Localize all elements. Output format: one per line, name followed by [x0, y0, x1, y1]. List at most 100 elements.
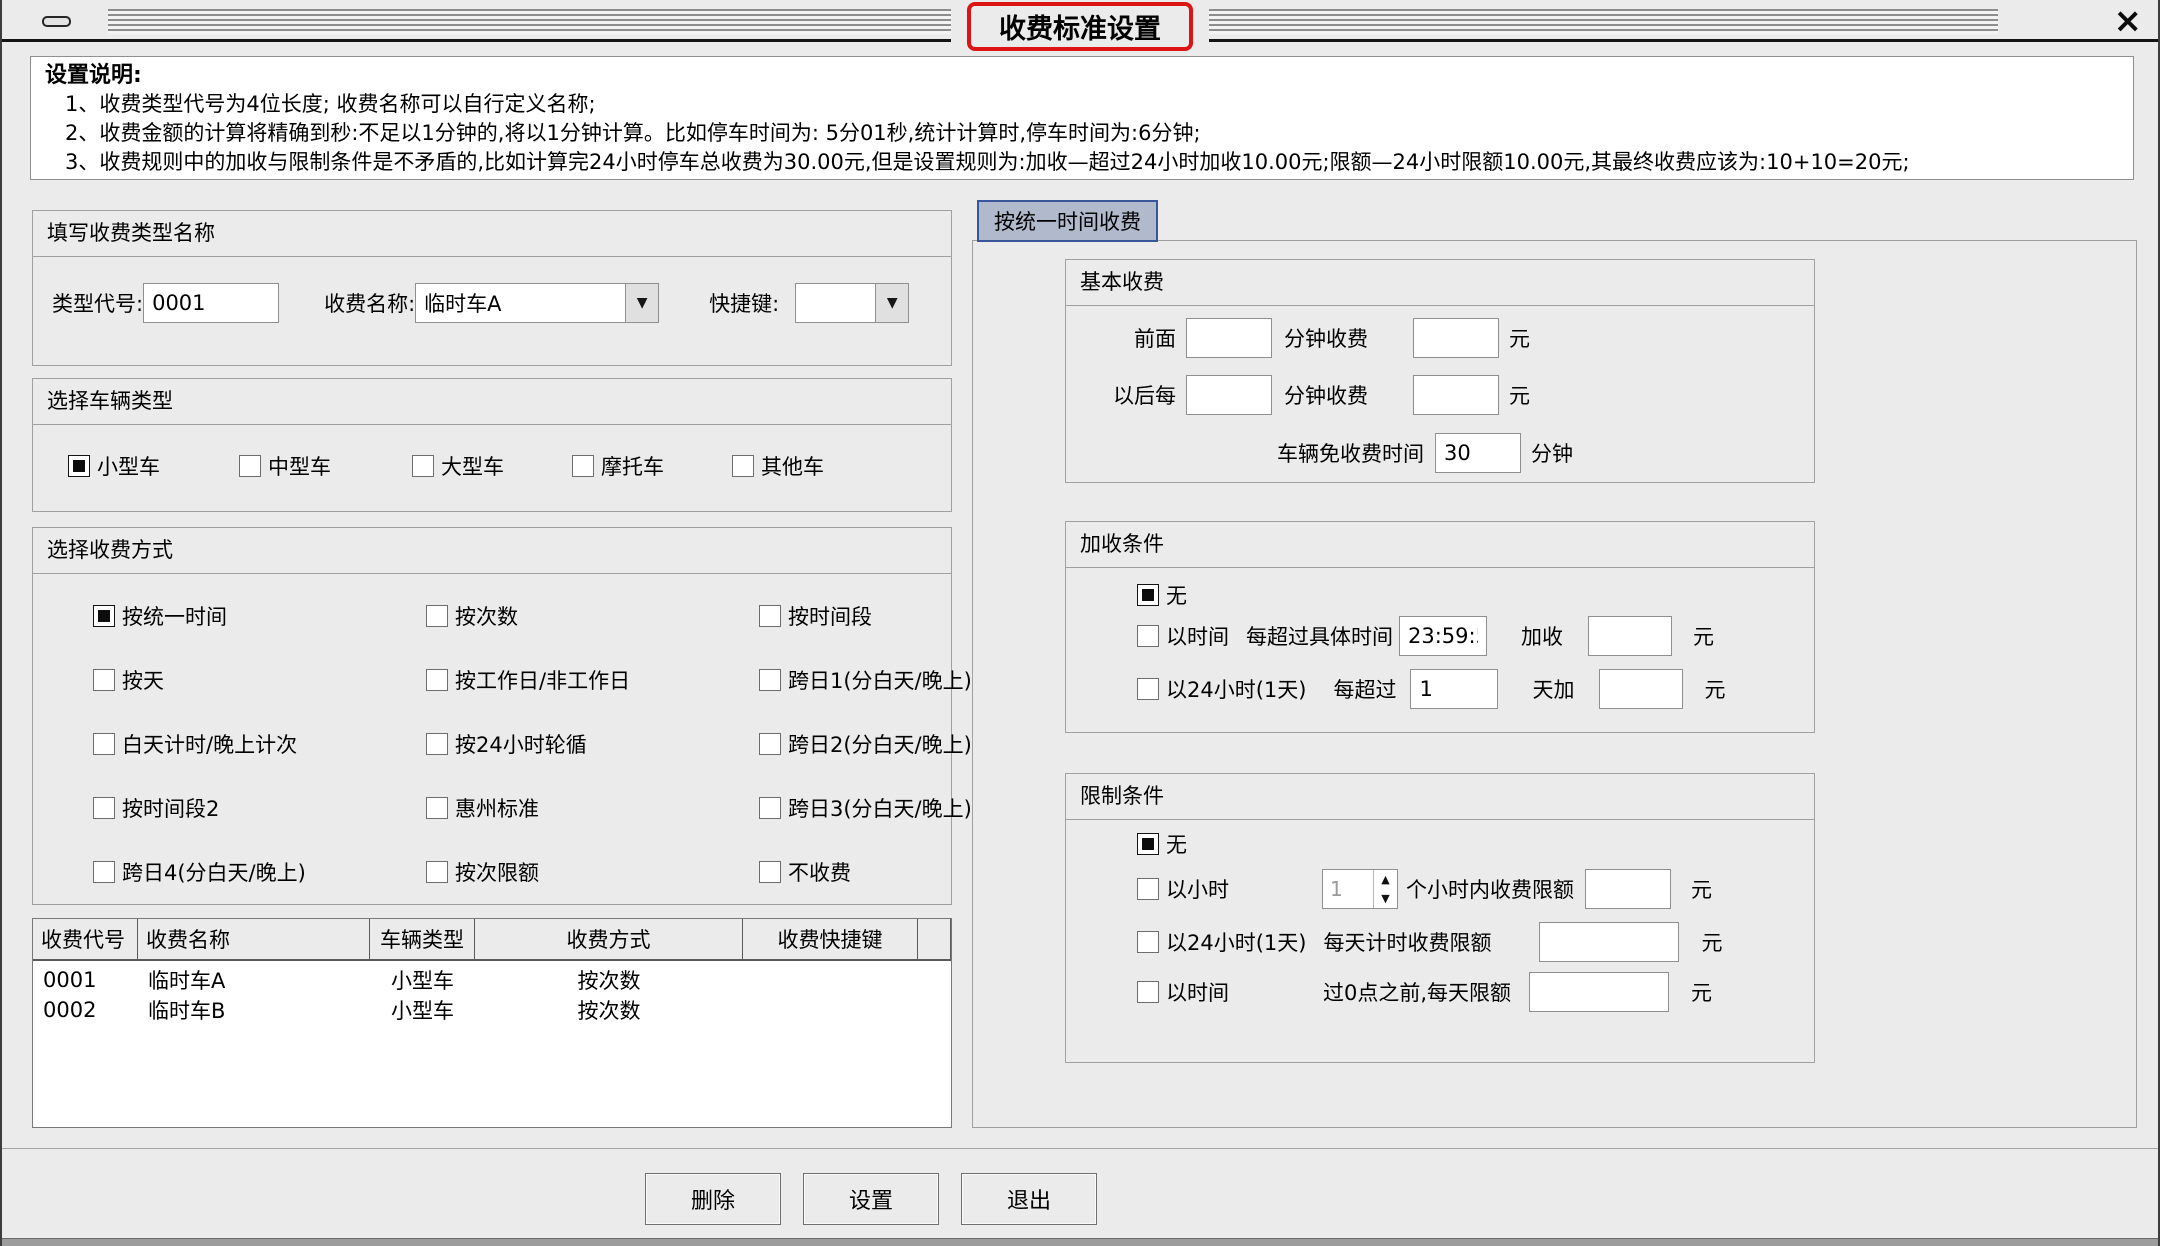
checkbox-unchecked[interactable]: [1137, 625, 1159, 647]
method-option-5[interactable]: 跨日1(分白天/晚上): [759, 665, 972, 695]
checkbox-unchecked[interactable]: [759, 605, 781, 627]
checkbox-unchecked[interactable]: [93, 861, 115, 883]
surcharge-by-time-option[interactable]: 以时间: [1137, 621, 1229, 651]
first-amount-input[interactable]: [1413, 318, 1499, 358]
checkbox-unchecked[interactable]: [426, 669, 448, 691]
method-option-12[interactable]: 跨日4(分白天/晚上): [93, 857, 426, 887]
checkbox-unchecked[interactable]: [732, 455, 754, 477]
type-code-input[interactable]: [143, 283, 279, 323]
checkbox-checked[interactable]: [68, 455, 90, 477]
checkbox-unchecked[interactable]: [759, 861, 781, 883]
limit-by-time-option[interactable]: 以时间: [1137, 977, 1229, 1007]
exit-button[interactable]: 退出: [961, 1173, 1097, 1225]
table-header-col-1[interactable]: 收费名称: [138, 919, 370, 959]
method-option-4[interactable]: 按工作日/非工作日: [426, 665, 759, 695]
method-option-1[interactable]: 按次数: [426, 601, 759, 631]
checkbox-unchecked[interactable]: [93, 797, 115, 819]
checkbox-unchecked[interactable]: [1137, 878, 1159, 900]
limit-by-hour-option[interactable]: 以小时: [1137, 874, 1229, 904]
first-minutes-input[interactable]: [1186, 318, 1272, 358]
table-header-col-5[interactable]: [918, 919, 951, 959]
method-option-14[interactable]: 不收费: [759, 857, 972, 887]
method-option-3[interactable]: 按天: [93, 665, 426, 695]
system-menu-button[interactable]: [42, 16, 71, 27]
chevron-down-icon[interactable]: ▼: [875, 283, 909, 323]
table-cell: 0001: [33, 968, 138, 992]
checkbox-unchecked[interactable]: [759, 797, 781, 819]
yuan-label: 元: [1509, 323, 1530, 353]
hotkey-label: 快捷键:: [709, 288, 779, 318]
method-option-9[interactable]: 按时间段2: [93, 793, 426, 823]
method-option-6[interactable]: 白天计时/晚上计次: [93, 729, 426, 759]
method-option-13[interactable]: 按次限额: [426, 857, 759, 887]
method-option-8[interactable]: 跨日2(分白天/晚上): [759, 729, 972, 759]
surcharge-by-day-option[interactable]: 以24小时(1天): [1137, 674, 1306, 704]
vehicle-option-3[interactable]: 摩托车: [572, 451, 732, 481]
checkbox-checked[interactable]: [1137, 833, 1159, 855]
fee-standards-table: 收费代号收费名称车辆类型收费方式收费快捷键 0001临时车A小型车按次数0002…: [32, 918, 952, 1128]
after-minutes-input[interactable]: [1186, 375, 1272, 415]
checkbox-label: 按时间段2: [122, 793, 219, 823]
surcharge-time-amount-input[interactable]: [1588, 616, 1672, 656]
checkbox-unchecked[interactable]: [93, 669, 115, 691]
checkbox-unchecked[interactable]: [1137, 931, 1159, 953]
table-header-col-4[interactable]: 收费快捷键: [743, 919, 918, 959]
checkbox-unchecked[interactable]: [572, 455, 594, 477]
spinner-up-icon[interactable]: ▲: [1374, 870, 1397, 889]
delete-button[interactable]: 删除: [645, 1173, 781, 1225]
checkbox-unchecked[interactable]: [412, 455, 434, 477]
hours-spinner-value[interactable]: [1323, 870, 1373, 908]
checkbox-checked[interactable]: [1137, 584, 1159, 606]
method-option-0[interactable]: 按统一时间: [93, 601, 426, 631]
hours-spinner[interactable]: ▲ ▼: [1322, 869, 1398, 909]
set-button[interactable]: 设置: [803, 1173, 939, 1225]
checkbox-unchecked[interactable]: [426, 733, 448, 755]
vehicle-option-0[interactable]: 小型车: [68, 451, 239, 481]
surcharge-none-option[interactable]: 无: [1137, 580, 1187, 610]
limit-by-day-option[interactable]: 以24小时(1天): [1137, 927, 1306, 957]
chevron-down-icon[interactable]: ▼: [625, 283, 659, 323]
table-header-col-0[interactable]: 收费代号: [33, 919, 138, 959]
method-option-2[interactable]: 按时间段: [759, 601, 972, 631]
hotkey-combobox[interactable]: ▼: [795, 283, 909, 323]
free-time-input[interactable]: [1435, 433, 1521, 473]
fee-name-value[interactable]: 临时车A: [415, 283, 625, 323]
table-header-col-3[interactable]: 收费方式: [475, 919, 743, 959]
instructions-heading: 设置说明:: [45, 61, 2119, 90]
spinner-down-icon[interactable]: ▼: [1374, 889, 1397, 908]
checkbox-unchecked[interactable]: [1137, 678, 1159, 700]
limit-none-option[interactable]: 无: [1137, 829, 1187, 859]
checkbox-label: 按24小时轮循: [455, 729, 587, 759]
surcharge-day-amount-input[interactable]: [1599, 669, 1683, 709]
checkbox-unchecked[interactable]: [759, 669, 781, 691]
basic-fee-group: 基本收费 前面 分钟收费 元 以后每 分钟收费 元 车辆免收费时间 分钟: [1065, 259, 1815, 483]
method-option-11[interactable]: 跨日3(分白天/晚上): [759, 793, 972, 823]
surcharge-time-input[interactable]: [1399, 616, 1487, 656]
checkbox-unchecked[interactable]: [426, 861, 448, 883]
method-option-10[interactable]: 惠州标准: [426, 793, 759, 823]
surcharge-days-input[interactable]: [1410, 669, 1498, 709]
table-header-col-2[interactable]: 车辆类型: [370, 919, 475, 959]
method-option-7[interactable]: 按24小时轮循: [426, 729, 759, 759]
vehicle-option-2[interactable]: 大型车: [412, 451, 572, 481]
limit-hour-amount-input[interactable]: [1585, 869, 1671, 909]
fee-name-combobox[interactable]: 临时车A ▼: [415, 283, 659, 323]
checkbox-unchecked[interactable]: [1137, 981, 1159, 1003]
checkbox-unchecked[interactable]: [426, 797, 448, 819]
checkbox-unchecked[interactable]: [239, 455, 261, 477]
table-row-1[interactable]: 0002临时车B小型车按次数: [33, 995, 951, 1025]
checkbox-unchecked[interactable]: [426, 605, 448, 627]
checkbox-label: 跨日3(分白天/晚上): [788, 793, 972, 823]
after-amount-input[interactable]: [1413, 375, 1499, 415]
vehicle-option-4[interactable]: 其他车: [732, 451, 951, 481]
table-row-0[interactable]: 0001临时车A小型车按次数: [33, 965, 951, 995]
hotkey-value[interactable]: [795, 283, 875, 323]
checkbox-unchecked[interactable]: [759, 733, 781, 755]
close-button[interactable]: ×: [2114, 1, 2143, 41]
checkbox-unchecked[interactable]: [93, 733, 115, 755]
limit-time-amount-input[interactable]: [1529, 972, 1669, 1012]
vehicle-option-1[interactable]: 中型车: [239, 451, 412, 481]
checkbox-checked[interactable]: [93, 605, 115, 627]
limit-day-amount-input[interactable]: [1539, 922, 1679, 962]
tab-unified-time-fee[interactable]: 按统一时间收费: [977, 200, 1158, 242]
